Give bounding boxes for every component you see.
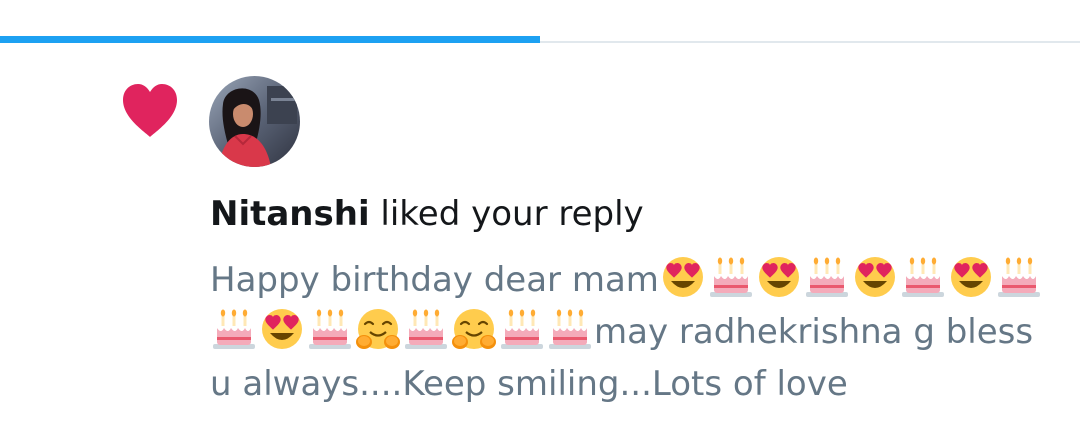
reply-text[interactable]: Happy birthday dear mammay radhekrishna … xyxy=(210,254,1050,410)
reply-text-segment: Happy birthday dear mam xyxy=(210,260,659,300)
birthday-cake-emoji xyxy=(805,257,848,297)
birthday-cake-emoji xyxy=(213,309,255,349)
birthday-cake-emoji xyxy=(309,309,351,349)
birthday-cake-emoji xyxy=(549,309,591,349)
heart-eyes-emoji xyxy=(950,257,991,297)
birthday-cake-emoji xyxy=(405,309,447,349)
birthday-cake-emoji xyxy=(901,257,944,297)
avatar[interactable] xyxy=(209,76,300,167)
hugging-face-emoji xyxy=(452,309,496,349)
heart-eyes-emoji xyxy=(662,257,703,297)
progress-bar xyxy=(0,36,540,43)
birthday-cake-emoji xyxy=(709,257,752,297)
heart-eyes-emoji xyxy=(262,309,302,349)
heart-icon xyxy=(123,84,177,137)
birthday-cake-emoji xyxy=(501,309,543,349)
heart-eyes-emoji xyxy=(758,257,799,297)
action-text: liked your reply xyxy=(369,194,644,234)
hugging-face-emoji xyxy=(356,309,400,349)
user-name[interactable]: Nitanshi xyxy=(210,194,370,234)
heart-eyes-emoji xyxy=(854,257,895,297)
notification-headline: Nitanshi liked your reply xyxy=(210,192,1050,236)
avatar-image xyxy=(209,76,300,167)
birthday-cake-emoji xyxy=(997,257,1040,297)
